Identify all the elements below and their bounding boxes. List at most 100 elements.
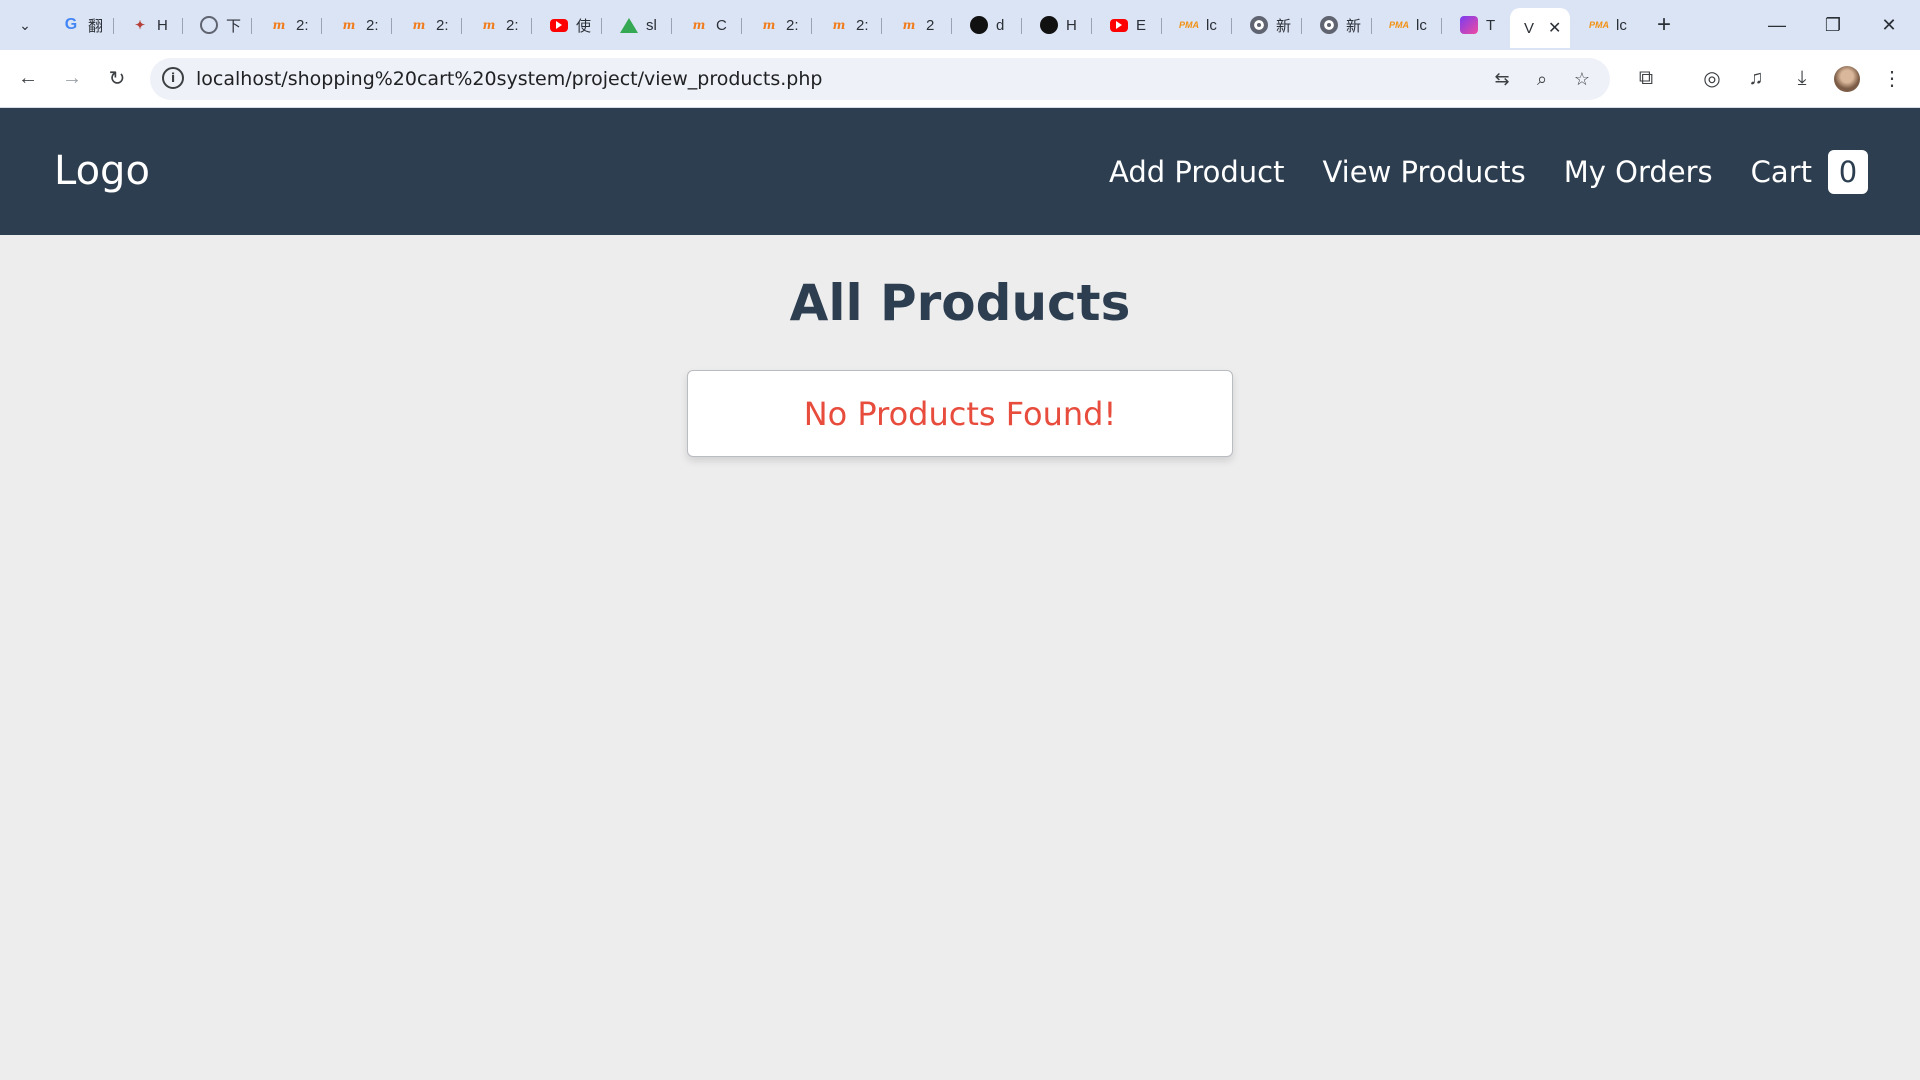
profile-avatar[interactable] [1834, 66, 1860, 92]
tab-search-button[interactable]: ⌄ [10, 10, 40, 40]
youtube-icon [550, 18, 568, 32]
moodle-icon: m [272, 18, 286, 32]
tab-title: T [1486, 16, 1496, 34]
github-icon [1040, 16, 1058, 34]
back-button[interactable]: ← [12, 62, 44, 94]
site-info-icon[interactable]: i [162, 67, 184, 89]
extensions-button[interactable]: ⧉ [1630, 62, 1662, 94]
google-icon: G [64, 16, 78, 33]
minimize-icon: — [1768, 14, 1786, 35]
cart-count-badge: 0 [1828, 150, 1868, 194]
browser-tab-active[interactable]: V ✕ [1510, 8, 1570, 48]
tab-title: H [1066, 16, 1077, 34]
tab-title: lc [1416, 16, 1427, 34]
browser-tab[interactable]: G 翻 [48, 10, 114, 40]
reload-button[interactable]: ↻ [101, 62, 133, 94]
bookmark-star-icon[interactable]: ☆ [1568, 65, 1596, 93]
browser-tab[interactable]: PMA lc [1576, 10, 1642, 40]
browser-tab[interactable]: m 2: [256, 10, 322, 40]
browser-tab-strip: ⌄ G 翻 ✦ H 下 m 2: m 2: m 2: m 2: 使 sl m C… [0, 0, 1920, 50]
chrome-icon [1320, 16, 1338, 34]
tab-title: 2: [856, 16, 869, 34]
tab-title: sl [646, 16, 657, 34]
address-bar[interactable]: i localhost/shopping%20cart%20system/pro… [150, 58, 1610, 100]
moodle-icon: m [692, 18, 706, 32]
tab-title: 2: [296, 16, 309, 34]
browser-tab[interactable]: m 2: [816, 10, 882, 40]
tab-title: 新 [1276, 17, 1292, 35]
nav-view-products-link[interactable]: View Products [1322, 155, 1525, 189]
media-controls-button[interactable]: ♫ [1740, 62, 1772, 94]
browser-tab[interactable]: PMA lc [1166, 10, 1232, 40]
tab-title: E [1136, 16, 1147, 34]
nav-cart-link[interactable]: Cart 0 [1751, 150, 1868, 194]
tab-title: 新 [1346, 17, 1362, 35]
downloads-button[interactable]: ⤓ [1786, 62, 1818, 94]
chrome-icon [1250, 16, 1268, 34]
browser-tab[interactable]: E [1096, 10, 1162, 40]
new-tab-button[interactable]: + [1650, 10, 1678, 40]
browser-tab[interactable]: sl [606, 10, 672, 40]
phpmyadmin-icon: PMA [1389, 20, 1409, 30]
tools-icon [1460, 16, 1478, 34]
arrow-left-icon: ← [18, 66, 38, 89]
tab-title: 翻 [88, 17, 104, 35]
browser-tab[interactable]: m C [676, 10, 742, 40]
moodle-icon: m [342, 18, 356, 32]
zoom-icon[interactable]: ⌕ [1528, 65, 1556, 93]
youtube-icon [1110, 18, 1128, 32]
close-icon: ✕ [1881, 14, 1897, 35]
restore-button[interactable]: ❐ [1810, 8, 1856, 42]
tab-title: H [157, 16, 168, 34]
github-icon [970, 16, 988, 34]
restore-icon: ❐ [1824, 14, 1842, 35]
cart-label: Cart [1750, 155, 1812, 189]
translate-icon[interactable]: ⇆ [1488, 65, 1516, 93]
browser-toolbar: ← → ↻ i localhost/shopping%20cart%20syst… [0, 50, 1920, 108]
browser-tab[interactable]: ✦ H [117, 10, 183, 40]
browser-tab[interactable]: m 2: [396, 10, 462, 40]
nav-my-orders-link[interactable]: My Orders [1564, 155, 1713, 189]
browser-tab[interactable]: PMA lc [1376, 10, 1442, 40]
forward-button[interactable]: → [56, 62, 88, 94]
more-vertical-icon: ⋮ [1882, 67, 1902, 90]
close-window-button[interactable]: ✕ [1866, 8, 1912, 42]
site-navbar: Logo Add Product View Products My Orders… [0, 108, 1920, 235]
download-icon: ⤓ [1797, 66, 1807, 89]
empty-state-box: No Products Found! [687, 370, 1233, 457]
tab-title: lc [1206, 16, 1217, 34]
tab-title: 2: [506, 16, 519, 34]
tab-title: 下 [226, 17, 242, 35]
tab-title: d [996, 16, 1005, 34]
url-text[interactable]: localhost/shopping%20cart%20system/proje… [196, 68, 822, 90]
browser-tab[interactable]: 新 [1236, 10, 1302, 40]
phpmyadmin-icon: PMA [1589, 20, 1609, 30]
tab-title: 2 [926, 16, 935, 34]
browser-tab[interactable]: m 2: [326, 10, 392, 40]
nav-links: Add Product View Products My Orders Cart… [1109, 150, 1868, 194]
browser-tab[interactable]: m 2: [466, 10, 532, 40]
tab-title: 2: [786, 16, 799, 34]
browser-tab[interactable]: 下 [186, 10, 252, 40]
browser-tab[interactable]: 使 [536, 10, 602, 40]
browser-tab[interactable]: T [1446, 10, 1512, 40]
browser-tab[interactable]: 新 [1306, 10, 1372, 40]
nav-add-product-link[interactable]: Add Product [1109, 155, 1284, 189]
close-tab-icon[interactable]: ✕ [1548, 18, 1561, 38]
minimize-button[interactable]: — [1754, 8, 1800, 42]
moodle-icon: m [482, 18, 496, 32]
moodle-icon: m [832, 18, 846, 32]
browser-tab[interactable]: m 2 [886, 10, 952, 40]
arrow-right-icon: → [62, 66, 82, 89]
phpmyadmin-icon: PMA [1179, 20, 1199, 30]
site-logo[interactable]: Logo [54, 148, 150, 194]
browser-tab[interactable]: H [1026, 10, 1092, 40]
moodle-icon: m [762, 18, 776, 32]
tab-title: 2: [436, 16, 449, 34]
browser-tab[interactable]: d [956, 10, 1022, 40]
performance-button[interactable]: ◎ [1696, 62, 1728, 94]
browser-tab[interactable]: m 2: [746, 10, 812, 40]
browser-menu-button[interactable]: ⋮ [1876, 62, 1908, 94]
moodle-icon: m [902, 18, 916, 32]
page-title: All Products [789, 274, 1131, 332]
